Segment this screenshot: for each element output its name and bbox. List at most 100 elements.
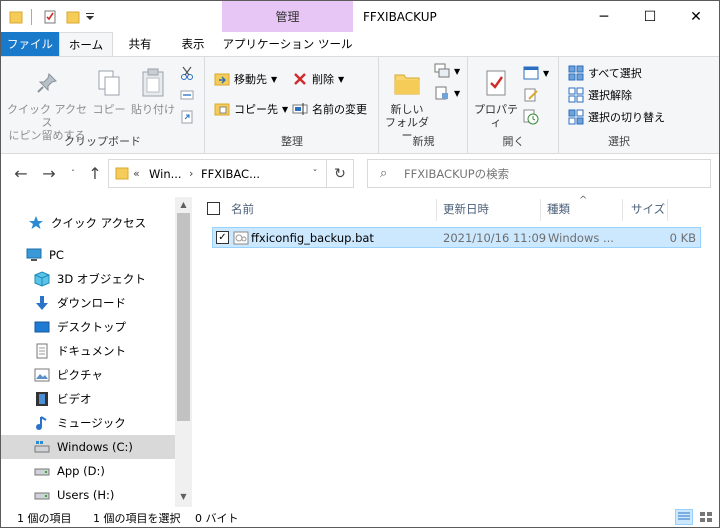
forward-button[interactable]: → — [39, 161, 59, 185]
address-bar[interactable]: « Win... › FFXIBAC... ˇ — [108, 159, 354, 188]
search-box[interactable]: ⌕ — [367, 159, 711, 188]
nav-item-3d-objects[interactable]: 3D オブジェクト — [1, 267, 175, 291]
status-bar: 1 個の項目 1 個の項目を選択 0 バイト — [1, 507, 719, 527]
tab-file[interactable]: ファイル — [1, 32, 59, 56]
scrollbar-thumb[interactable] — [177, 213, 190, 421]
invert-selection-button[interactable]: 選択の切り替え — [568, 109, 665, 125]
nav-pane-scrollbar[interactable]: ▲ ▼ — [175, 197, 192, 507]
quick-access-dropdown-icon[interactable] — [84, 7, 96, 27]
edit-button[interactable] — [523, 87, 539, 103]
copy-button[interactable]: コピー — [89, 67, 129, 116]
row-checkbox[interactable]: ✓ — [216, 231, 229, 244]
back-button[interactable]: ← — [11, 161, 31, 185]
copy-path-button[interactable] — [179, 87, 195, 103]
history-button[interactable] — [523, 109, 539, 125]
breadcrumb-windows[interactable]: Win... — [149, 167, 182, 181]
refresh-icon: ↻ — [334, 165, 346, 182]
search-input[interactable] — [404, 165, 694, 183]
group-label: 選択 — [608, 135, 630, 148]
large-icons-view-button[interactable] — [697, 509, 715, 525]
pin-quick-access-button[interactable]: クイック アクセス にピン留めする — [7, 67, 87, 142]
nav-item-desktop[interactable]: デスクトップ — [1, 315, 175, 339]
nav-item-documents[interactable]: ドキュメント — [1, 339, 175, 363]
nav-item-app-d[interactable]: App (D:) — [1, 459, 175, 483]
paste-shortcut-button[interactable] — [179, 109, 195, 125]
copy-to-button[interactable]: コピー先 ▼ — [214, 101, 288, 117]
easy-access-button[interactable]: ▼ — [434, 85, 460, 101]
delete-x-icon — [292, 71, 308, 87]
select-all-button[interactable]: すべて選択 — [568, 65, 642, 81]
select-none-button[interactable]: 選択解除 — [568, 87, 632, 103]
tab-application-tools[interactable]: アプリケーション ツール — [222, 32, 353, 56]
refresh-button[interactable]: ↻ — [326, 159, 354, 188]
details-view-button[interactable] — [675, 509, 693, 525]
move-to-button[interactable]: 移動先 ▼ — [214, 71, 277, 87]
nav-item-windows-c[interactable]: Windows (C:) — [1, 435, 175, 459]
up-button[interactable]: ↑ — [85, 161, 105, 185]
nav-item-videos[interactable]: ビデオ — [1, 387, 175, 411]
column-header-type[interactable]: 種類 — [547, 197, 570, 221]
paste-button[interactable]: 貼り付け — [129, 67, 177, 116]
nav-item-music[interactable]: ミュージック — [1, 411, 175, 435]
tab-home[interactable]: ホーム — [59, 32, 113, 57]
recent-locations-button[interactable]: ˇ — [63, 161, 83, 185]
chevron-down-icon: ˇ — [71, 168, 75, 178]
column-divider[interactable] — [436, 199, 437, 221]
ribbon: クイック アクセス にピン留めする コピー 貼り付け クリップボード 移動先 ▼… — [1, 56, 719, 154]
column-header-size[interactable]: サイズ — [631, 197, 665, 221]
breadcrumb-ffxibackup[interactable]: FFXIBAC... — [201, 167, 260, 181]
new-item-button[interactable]: ▼ — [434, 63, 460, 79]
cut-button[interactable] — [179, 65, 195, 81]
nav-item-downloads[interactable]: ダウンロード — [1, 291, 175, 315]
arrow-right-icon: → — [42, 163, 56, 183]
navigation-pane: クイック アクセス PC 3D オブジェクト ダウンロード デスクトップ ドキュ… — [1, 197, 191, 507]
selected-size: 0 バイト — [195, 512, 239, 525]
nav-item-pc[interactable]: PC — [1, 243, 175, 267]
address-dropdown-button[interactable]: ˇ — [305, 164, 325, 184]
table-row[interactable]: ✓ ffxiconfig_backup.bat 2021/10/16 11:09… — [212, 227, 701, 248]
select-none-icon — [568, 87, 584, 103]
file-name[interactable]: ffxiconfig_backup.bat — [251, 231, 374, 245]
star-icon — [27, 215, 45, 231]
cube-3d-icon — [33, 271, 51, 287]
tab-view[interactable]: 表示 — [167, 32, 219, 56]
column-divider[interactable] — [540, 199, 541, 221]
column-divider[interactable] — [622, 199, 623, 221]
open-button[interactable]: ▼ — [523, 65, 549, 81]
select-all-icon — [568, 65, 584, 81]
context-tab-manage[interactable]: 管理 — [222, 1, 353, 32]
group-new: 新しい フォルダー ▼ ▼ 新規 — [380, 57, 468, 153]
nav-item-pictures[interactable]: ピクチャ — [1, 363, 175, 387]
maximize-button[interactable]: ☐ — [627, 1, 673, 32]
nav-item-quick-access[interactable]: クイック アクセス — [1, 211, 175, 235]
music-note-icon — [33, 415, 51, 431]
batch-file-icon — [233, 230, 249, 249]
delete-button[interactable]: 削除 ▼ — [292, 71, 344, 87]
new-folder-button[interactable]: 新しい フォルダー — [382, 67, 432, 142]
new-folder-quick-icon[interactable] — [64, 7, 82, 27]
tab-share[interactable]: 共有 — [115, 32, 165, 56]
column-divider[interactable] — [667, 199, 668, 221]
file-size: 0 KB — [669, 231, 696, 245]
minimize-button[interactable]: ─ — [581, 1, 627, 32]
close-button[interactable]: ✕ — [673, 1, 719, 32]
chevron-down-icon: ▼ — [454, 66, 461, 76]
breadcrumb-separator-icon[interactable]: › — [189, 167, 193, 180]
properties-button[interactable]: プロパティ — [471, 67, 521, 129]
item-count: 1 個の項目 — [17, 512, 72, 525]
easy-access-icon — [434, 85, 450, 101]
drive-icon — [33, 487, 51, 503]
chevron-down-icon: ▼ — [543, 68, 550, 78]
file-list: 名前 更新日時 種類 ^ サイズ ✓ ffxiconfig_backup.bat… — [197, 195, 719, 507]
scroll-down-icon[interactable]: ▼ — [175, 489, 192, 503]
breadcrumb-overflow[interactable]: « — [133, 167, 140, 180]
scroll-up-icon[interactable]: ▲ — [175, 197, 192, 211]
select-all-checkbox[interactable] — [207, 202, 220, 215]
column-header-name[interactable]: 名前 — [231, 197, 254, 221]
rename-button[interactable]: 名前の変更 — [292, 101, 367, 117]
column-header-date[interactable]: 更新日時 — [443, 197, 489, 221]
open-window-icon — [523, 65, 539, 81]
properties-quick-icon[interactable] — [41, 7, 59, 27]
folder-icon[interactable] — [7, 7, 25, 27]
nav-item-users-h[interactable]: Users (H:) — [1, 483, 175, 507]
